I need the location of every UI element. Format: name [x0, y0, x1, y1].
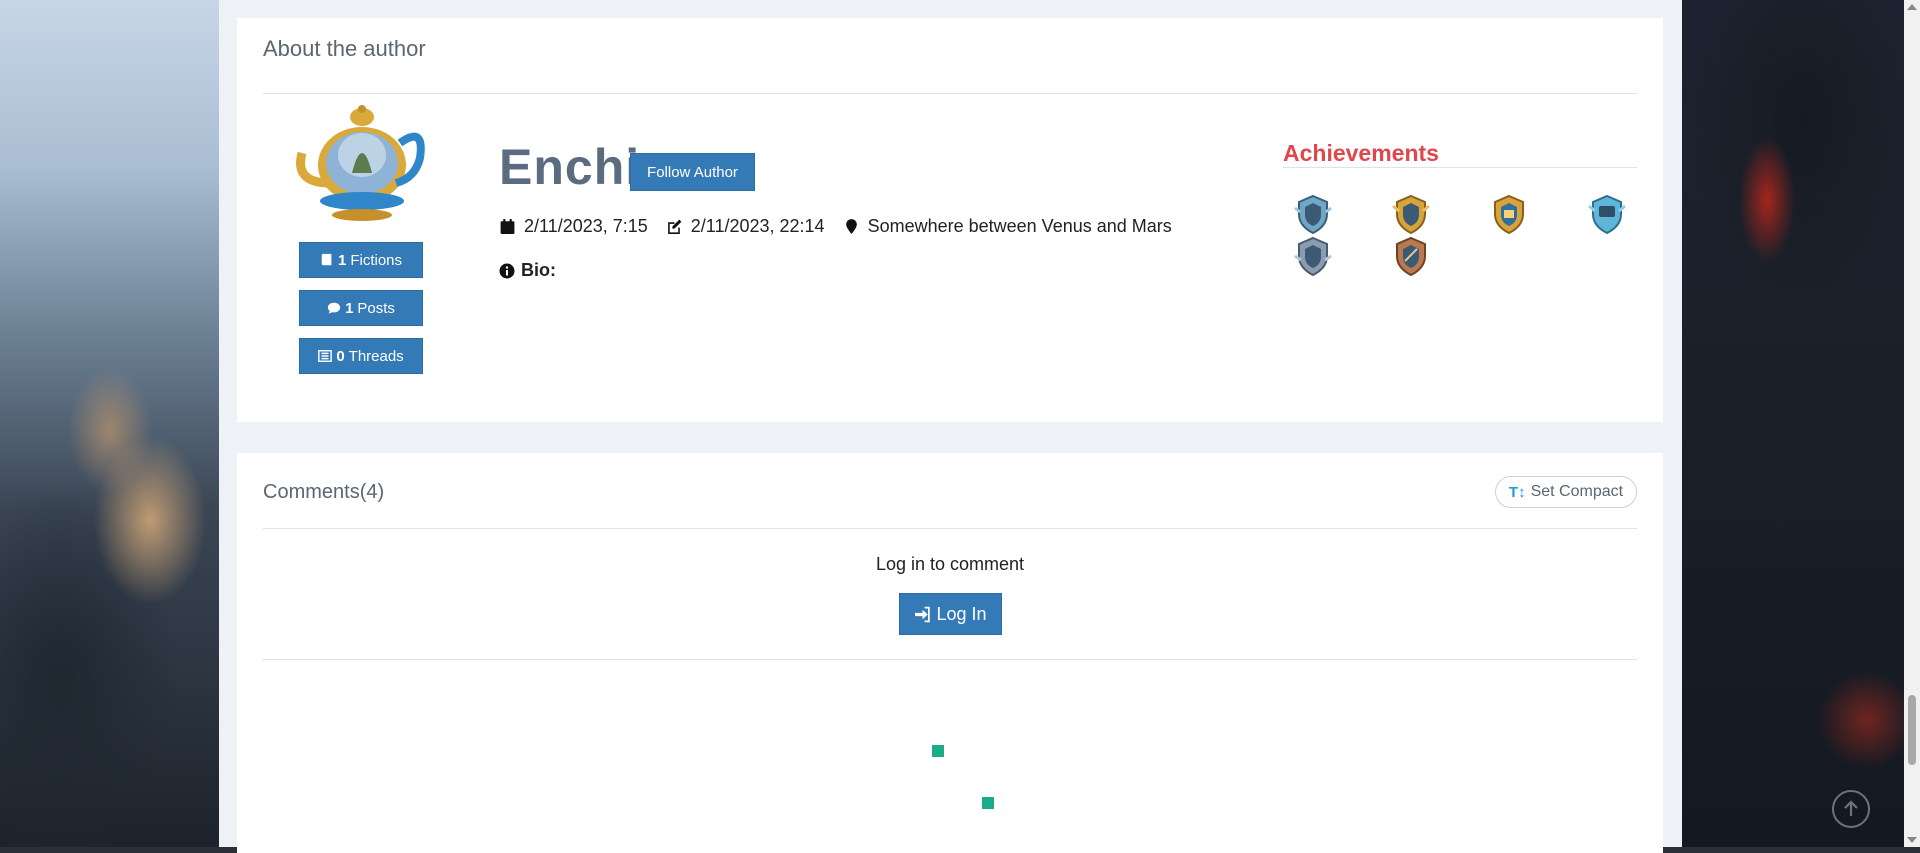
text-size-icon: T↕ — [1508, 483, 1526, 501]
bronze-quill-badge-icon[interactable] — [1389, 234, 1433, 278]
left-background-artwork — [0, 0, 219, 847]
comments-heading: Comments(4) — [263, 481, 385, 503]
author-avatar[interactable] — [292, 103, 427, 223]
achievements-heading: Achievements — [1283, 140, 1439, 166]
comment-icon — [327, 302, 341, 314]
info-icon — [499, 263, 515, 278]
divider — [263, 659, 1637, 660]
divider — [263, 93, 1637, 94]
set-compact-button[interactable]: T↕ Set Compact — [1495, 476, 1637, 508]
set-compact-label: Set Compact — [1530, 483, 1624, 500]
author-name[interactable]: Enchi — [499, 138, 640, 196]
book-icon — [321, 253, 332, 266]
divider — [263, 528, 1637, 529]
login-prompt: Log in to comment — [875, 554, 1025, 574]
threads-label: Threads — [348, 347, 404, 365]
silver-shield-badge-icon[interactable] — [1291, 192, 1335, 236]
back-to-top-button[interactable] — [1832, 790, 1870, 828]
log-in-button[interactable]: Log In — [899, 593, 1002, 635]
last-active-value: 2/11/2023, 22:14 — [690, 216, 825, 236]
arrow-up-icon — [1844, 800, 1858, 816]
last-active-date: 2/11/2023, 22:14 — [666, 216, 825, 237]
loading-indicator-square — [932, 745, 944, 757]
achievements-divider — [1283, 167, 1637, 168]
fictions-button[interactable]: 1 Fictions — [299, 242, 423, 278]
location: Somewhere between Venus and Mars — [843, 216, 1172, 237]
gold-gift-badge-icon[interactable] — [1487, 192, 1531, 236]
about-author-heading: About the author — [263, 36, 426, 61]
posts-button[interactable]: 1 Posts — [299, 290, 423, 326]
loading-indicator-square — [982, 797, 994, 809]
calendar-icon — [500, 219, 515, 234]
posts-label: Posts — [357, 299, 395, 317]
location-value: Somewhere between Venus and Mars — [867, 216, 1172, 236]
comments-panel: Comments(4) T↕ Set Compact Log in to com… — [237, 453, 1663, 853]
posts-count: 1 — [345, 299, 354, 317]
silver-wings-badge-icon[interactable] — [1291, 234, 1335, 278]
bio: Bio: — [499, 260, 556, 281]
blue-chat-badge-icon[interactable] — [1585, 192, 1629, 236]
threads-count: 0 — [336, 347, 345, 365]
scroll-up-arrow[interactable] — [1907, 4, 1917, 10]
right-background-artwork — [1682, 0, 1904, 847]
joined-date: 2/11/2023, 7:15 — [499, 216, 648, 237]
scroll-down-arrow[interactable] — [1907, 837, 1917, 843]
gold-shield-badge-icon[interactable] — [1389, 192, 1433, 236]
log-in-label: Log In — [936, 603, 987, 624]
about-author-panel: About the author 1 Fictions 1 Posts 0 Th… — [237, 18, 1663, 422]
map-marker-icon — [845, 219, 857, 234]
scrollbar-thumb[interactable] — [1908, 695, 1916, 765]
joined-date-value: 2/11/2023, 7:15 — [524, 216, 648, 236]
threads-button[interactable]: 0 Threads — [299, 338, 423, 374]
follow-author-button[interactable]: Follow Author — [630, 153, 755, 191]
author-meta: 2/11/2023, 7:15 2/11/2023, 22:14 Somewhe… — [499, 216, 1190, 237]
fictions-count: 1 — [337, 251, 347, 269]
sign-in-icon — [915, 606, 931, 622]
edit-icon — [667, 219, 682, 234]
list-icon — [318, 350, 333, 362]
bio-label: Bio: — [521, 260, 556, 280]
page-scrollbar[interactable] — [1904, 0, 1920, 847]
fictions-label: Fictions — [350, 251, 403, 269]
